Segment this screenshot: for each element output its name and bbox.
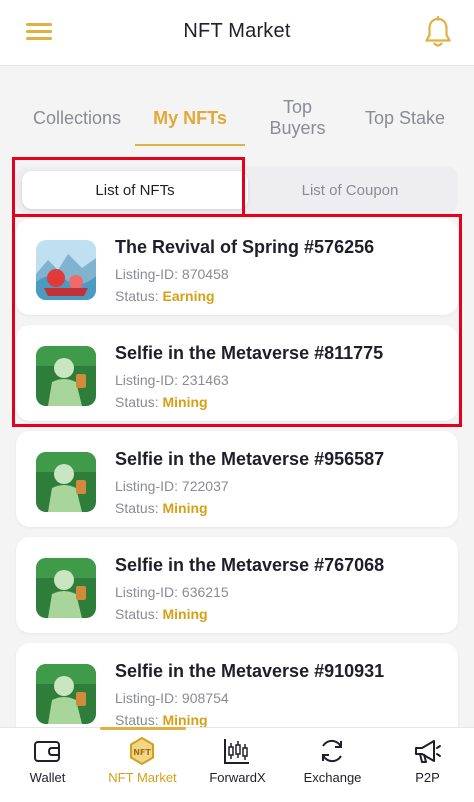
nav-wallet[interactable]: Wallet	[0, 728, 95, 802]
listing-id: Listing-ID: 231463	[115, 372, 229, 388]
status-label: Status:	[115, 394, 159, 410]
listing-id-value: 636215	[181, 584, 229, 600]
app-header: NFT Market	[0, 0, 474, 66]
listing-id-label: Listing-ID:	[115, 372, 179, 388]
nav-label: ForwardX	[209, 770, 266, 785]
nft-title: Selfie in the Metaverse #811775	[115, 343, 384, 363]
tab-collections[interactable]: Collections	[18, 90, 136, 146]
list-type-toggle: List of NFTs List of Coupon	[16, 166, 458, 214]
listing-id-value: 908754	[181, 690, 229, 706]
status-label: Status:	[115, 712, 159, 728]
nft-list-item[interactable]: Selfie in the Metaverse #956587 Listing-…	[16, 431, 458, 527]
nft-title: The Revival of Spring #576256	[115, 237, 375, 257]
nft-status: Status: Earning	[115, 288, 215, 304]
listing-id-value: 870458	[181, 266, 229, 282]
listing-id-value: 231463	[181, 372, 229, 388]
list-of-nfts-button[interactable]: List of NFTs	[22, 171, 248, 209]
list-of-coupon-button[interactable]: List of Coupon	[248, 171, 452, 209]
megaphone-icon	[415, 740, 441, 763]
listing-id: Listing-ID: 636215	[115, 584, 229, 600]
nft-icon: NFT	[130, 736, 154, 766]
nav-p2p[interactable]: P2P	[380, 728, 474, 802]
nav-label: Wallet	[29, 770, 66, 785]
page-title: NFT Market	[183, 20, 291, 42]
tab-my-nfts[interactable]: My NFTs	[140, 90, 240, 146]
status-label: Status:	[115, 288, 159, 304]
tab-top-stake[interactable]: Top Stake	[355, 90, 455, 146]
nav-label: NFT Market	[108, 770, 177, 785]
nft-thumbnail	[36, 240, 96, 300]
listing-id-label: Listing-ID:	[115, 266, 179, 282]
listing-id-label: Listing-ID:	[115, 690, 179, 706]
nft-thumbnail	[36, 664, 96, 724]
nav-forwardx[interactable]: ForwardX	[190, 728, 285, 802]
listing-id-value: 722037	[181, 478, 229, 494]
nft-title: Selfie in the Metaverse #956587	[115, 449, 385, 469]
active-tab-indicator	[135, 144, 245, 146]
status-label: Status:	[115, 500, 159, 516]
nft-status: Status: Mining	[115, 712, 208, 728]
nft-list-item[interactable]: The Revival of Spring #576256 Listing-ID…	[16, 219, 458, 315]
tab-top-buyers[interactable]: Top Buyers	[250, 90, 345, 146]
nav-exchange[interactable]: Exchange	[285, 728, 380, 802]
candlestick-chart-icon	[224, 739, 249, 764]
nav-nft-market[interactable]: NFT NFT Market	[95, 728, 190, 802]
bell-icon[interactable]	[423, 16, 453, 50]
status-value: Mining	[162, 712, 208, 728]
exchange-icon	[322, 739, 342, 763]
nav-label: P2P	[415, 770, 440, 785]
nav-label: Exchange	[303, 770, 362, 785]
listing-id-label: Listing-ID:	[115, 478, 179, 494]
market-tabs: Collections My NFTs Top Buyers Top Stake	[0, 90, 474, 150]
nft-status: Status: Mining	[115, 606, 208, 622]
listing-id-label: Listing-ID:	[115, 584, 179, 600]
bottom-navigation: Wallet NFT NFT Market ForwardX Exchange	[0, 727, 474, 802]
nft-list-item[interactable]: Selfie in the Metaverse #910931 Listing-…	[16, 643, 458, 739]
status-value: Mining	[162, 606, 208, 622]
status-value: Mining	[162, 500, 208, 516]
nft-list-item[interactable]: Selfie in the Metaverse #811775 Listing-…	[16, 325, 458, 421]
nft-title: Selfie in the Metaverse #910931	[115, 661, 385, 681]
nft-status: Status: Mining	[115, 500, 208, 516]
nft-list-item[interactable]: Selfie in the Metaverse #767068 Listing-…	[16, 537, 458, 633]
status-label: Status:	[115, 606, 159, 622]
nft-status: Status: Mining	[115, 394, 208, 410]
wallet-icon	[34, 741, 60, 762]
nft-title: Selfie in the Metaverse #767068	[115, 555, 385, 575]
listing-id: Listing-ID: 908754	[115, 690, 229, 706]
listing-id: Listing-ID: 870458	[115, 266, 229, 282]
nft-thumbnail	[36, 452, 96, 512]
svg-text:NFT: NFT	[133, 748, 151, 757]
status-value: Earning	[162, 288, 215, 304]
listing-id: Listing-ID: 722037	[115, 478, 229, 494]
nft-thumbnail	[36, 558, 96, 618]
status-value: Mining	[162, 394, 208, 410]
nft-thumbnail	[36, 346, 96, 406]
